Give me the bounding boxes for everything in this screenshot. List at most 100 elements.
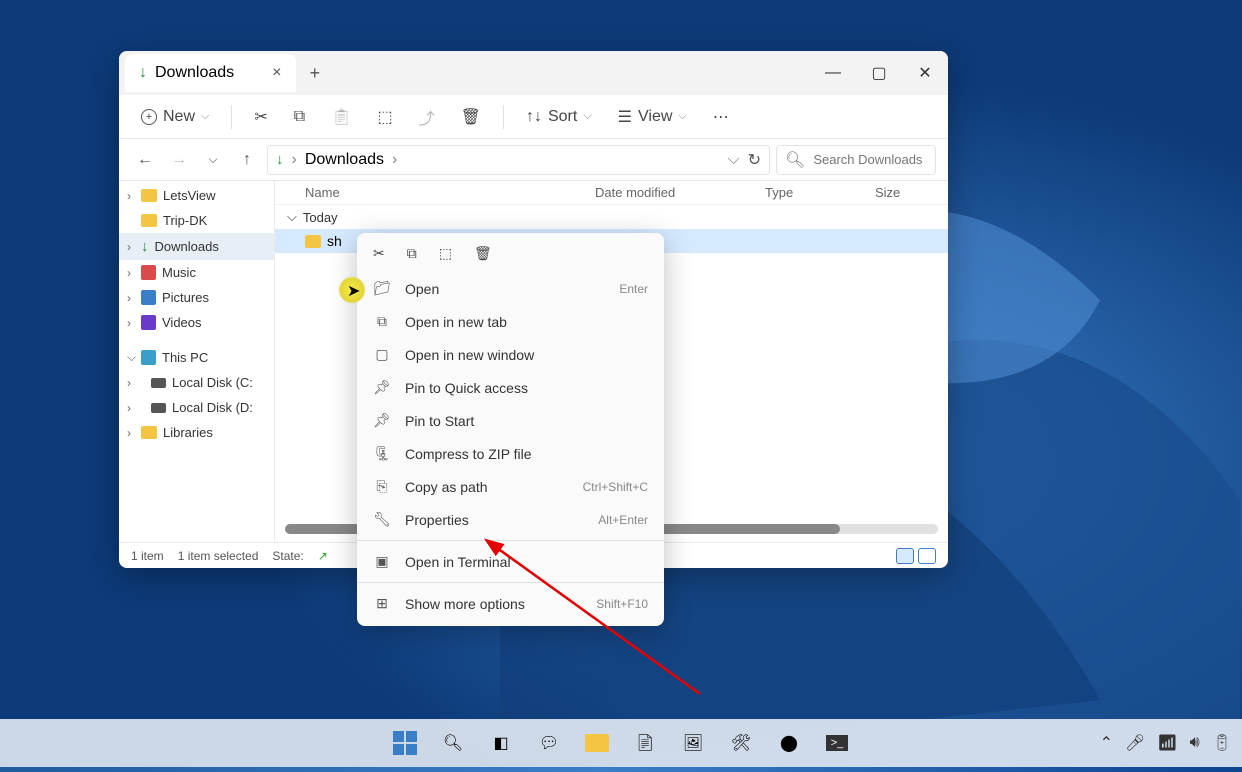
more-button[interactable]: ⋯ <box>703 101 739 133</box>
sort-icon: ↑↓ <box>526 108 542 126</box>
cut-icon[interactable]: ✂ <box>373 245 385 262</box>
share-button[interactable]: ⤴ <box>409 99 445 135</box>
chevron-right-icon: › <box>127 266 131 280</box>
share-icon: ⤴ <box>419 105 435 129</box>
tab-downloads[interactable]: ↓ Downloads × <box>125 54 296 92</box>
menu-shortcut: Enter <box>619 282 648 296</box>
back-button[interactable]: ← <box>131 146 159 174</box>
context-menu-item-pin-to-start[interactable]: 📌︎Pin to Start <box>357 404 664 437</box>
sidebar-item-music[interactable]: ›Music <box>119 260 274 285</box>
copy-button[interactable]: ⧉ <box>284 102 315 132</box>
music-icon <box>141 265 156 280</box>
sidebar-item-thispc[interactable]: ⌵This PC <box>119 345 274 370</box>
view-icon: ☰ <box>618 107 632 127</box>
search-input[interactable] <box>813 152 933 167</box>
minimize-button[interactable]: — <box>810 51 856 95</box>
taskbar-explorer-button[interactable] <box>577 723 617 763</box>
delete-button[interactable]: 🗑︎ <box>451 101 491 133</box>
sidebar-item-diskc[interactable]: ›Local Disk (C: <box>119 370 274 395</box>
chevron-down-icon: ⌵ <box>287 209 297 225</box>
cut-button[interactable]: ✂ <box>244 101 277 133</box>
context-menu-item-compress-to-zip-file[interactable]: 🗜︎Compress to ZIP file <box>357 437 664 470</box>
sidebar-item-pictures[interactable]: ›Pictures <box>119 285 274 310</box>
tab-title: Downloads <box>155 64 234 82</box>
wifi-icon[interactable]: 📶︎ <box>1157 733 1177 753</box>
system-tray[interactable]: ⌃ 🎤︎ 📶︎ 🔊︎ 🔋︎ <box>1100 733 1232 753</box>
sidebar-item-diskd[interactable]: ›Local Disk (D: <box>119 395 274 420</box>
search-box[interactable]: 🔍︎ <box>776 145 936 175</box>
taskbar-terminal-button[interactable]: >_ <box>817 723 857 763</box>
col-modified[interactable]: Date modified <box>595 185 765 200</box>
recent-button[interactable]: ⌵ <box>199 146 227 174</box>
state-icon: ↗ <box>318 549 328 563</box>
context-menu-item-open-in-new-window[interactable]: ▢Open in new window <box>357 338 664 371</box>
context-menu-item-properties[interactable]: 🔧︎PropertiesAlt+Enter <box>357 503 664 536</box>
col-type[interactable]: Type <box>765 185 875 200</box>
maximize-button[interactable]: ▢ <box>856 51 902 95</box>
titlebar: ↓ Downloads × + — ▢ ✕ <box>119 51 948 95</box>
taskbar-chat-button[interactable]: 💬︎ <box>529 723 569 763</box>
pin-icon: 📌︎ <box>373 412 391 429</box>
details-view-button[interactable] <box>896 548 914 564</box>
chevron-right-icon: › <box>127 291 131 305</box>
context-menu-item-copy-as-path[interactable]: ⎘Copy as pathCtrl+Shift+C <box>357 470 664 503</box>
paste-icon: 📋︎ <box>331 107 351 127</box>
copy-icon: ⧉ <box>294 108 305 126</box>
start-button[interactable] <box>385 723 425 763</box>
folder-icon <box>141 426 157 439</box>
rename-icon[interactable]: ⬚ <box>439 245 452 262</box>
tray-chevron-icon[interactable]: ⌃ <box>1100 733 1113 753</box>
folder-icon <box>141 214 157 227</box>
taskbar-taskview-button[interactable]: ◧ <box>481 723 521 763</box>
thumbnails-view-button[interactable] <box>918 548 936 564</box>
rename-button[interactable]: ⬚ <box>368 101 403 133</box>
new-button[interactable]: + New ⌵ <box>131 102 219 132</box>
disk-icon <box>151 378 166 388</box>
sidebar-item-videos[interactable]: ›Videos <box>119 310 274 335</box>
context-menu-item-pin-to-quick-access[interactable]: 📌︎Pin to Quick access <box>357 371 664 404</box>
view-button[interactable]: ☰ View ⌵ <box>608 101 697 133</box>
chevron-right-icon: › <box>292 151 297 169</box>
chevron-right-icon: › <box>127 189 131 203</box>
taskbar-app-3[interactable]: ⬤ <box>769 723 809 763</box>
search-icon: 🔍︎ <box>785 150 805 170</box>
sidebar: ›LetsView Trip-DK ›↓Downloads ›Music ›Pi… <box>119 181 275 542</box>
new-tab-button[interactable]: + <box>310 63 321 84</box>
pin-icon: 📌︎ <box>373 379 391 396</box>
chevron-down-icon[interactable]: ⌵ <box>727 151 739 169</box>
taskbar-notepad-button[interactable]: 📄︎ <box>625 723 665 763</box>
volume-icon[interactable]: 🔊︎ <box>1190 734 1200 752</box>
paste-button[interactable]: 📋︎ <box>321 101 361 133</box>
close-button[interactable]: ✕ <box>902 51 948 95</box>
sidebar-item-letsview[interactable]: ›LetsView <box>119 183 274 208</box>
path-icon: ⎘ <box>373 478 391 495</box>
context-menu-item-open[interactable]: 📁︎OpenEnter <box>357 272 664 305</box>
annotation-arrow <box>480 534 710 704</box>
copy-icon[interactable]: ⧉ <box>407 245 417 262</box>
context-menu-item-open-in-new-tab[interactable]: ⧉Open in new tab <box>357 305 664 338</box>
folder-icon <box>141 189 157 202</box>
sidebar-item-downloads[interactable]: ›↓Downloads <box>119 233 274 260</box>
col-size[interactable]: Size <box>875 185 900 200</box>
close-tab-icon[interactable]: × <box>272 64 281 82</box>
up-button[interactable]: ↑ <box>233 146 261 174</box>
battery-icon[interactable]: 🔋︎ <box>1212 733 1232 753</box>
refresh-button[interactable]: ↻ <box>748 150 761 170</box>
taskbar-app-2[interactable]: 🛠︎ <box>721 723 761 763</box>
trash-icon[interactable]: 🗑︎ <box>474 245 492 262</box>
taskbar-app-1[interactable]: 🖼︎ <box>673 723 713 763</box>
forward-button[interactable]: → <box>165 146 193 174</box>
sidebar-item-libraries[interactable]: ›Libraries <box>119 420 274 445</box>
taskbar-search-button[interactable]: 🔍︎ <box>433 723 473 763</box>
group-today[interactable]: ⌵Today <box>275 205 948 229</box>
sidebar-item-tripdk[interactable]: Trip-DK <box>119 208 274 233</box>
col-name[interactable]: Name <box>305 185 595 200</box>
breadcrumb-downloads[interactable]: Downloads <box>305 151 384 169</box>
folder-icon: 📁︎ <box>373 280 391 297</box>
plus-icon: + <box>141 109 157 125</box>
microphone-icon[interactable]: 🎤︎ <box>1125 733 1145 753</box>
menu-shortcut: Alt+Enter <box>598 513 648 527</box>
sort-button[interactable]: ↑↓ Sort ⌵ <box>516 102 602 132</box>
breadcrumb[interactable]: ↓ › Downloads › ⌵ ↻ <box>267 145 770 175</box>
tab-icon: ⧉ <box>373 313 391 330</box>
